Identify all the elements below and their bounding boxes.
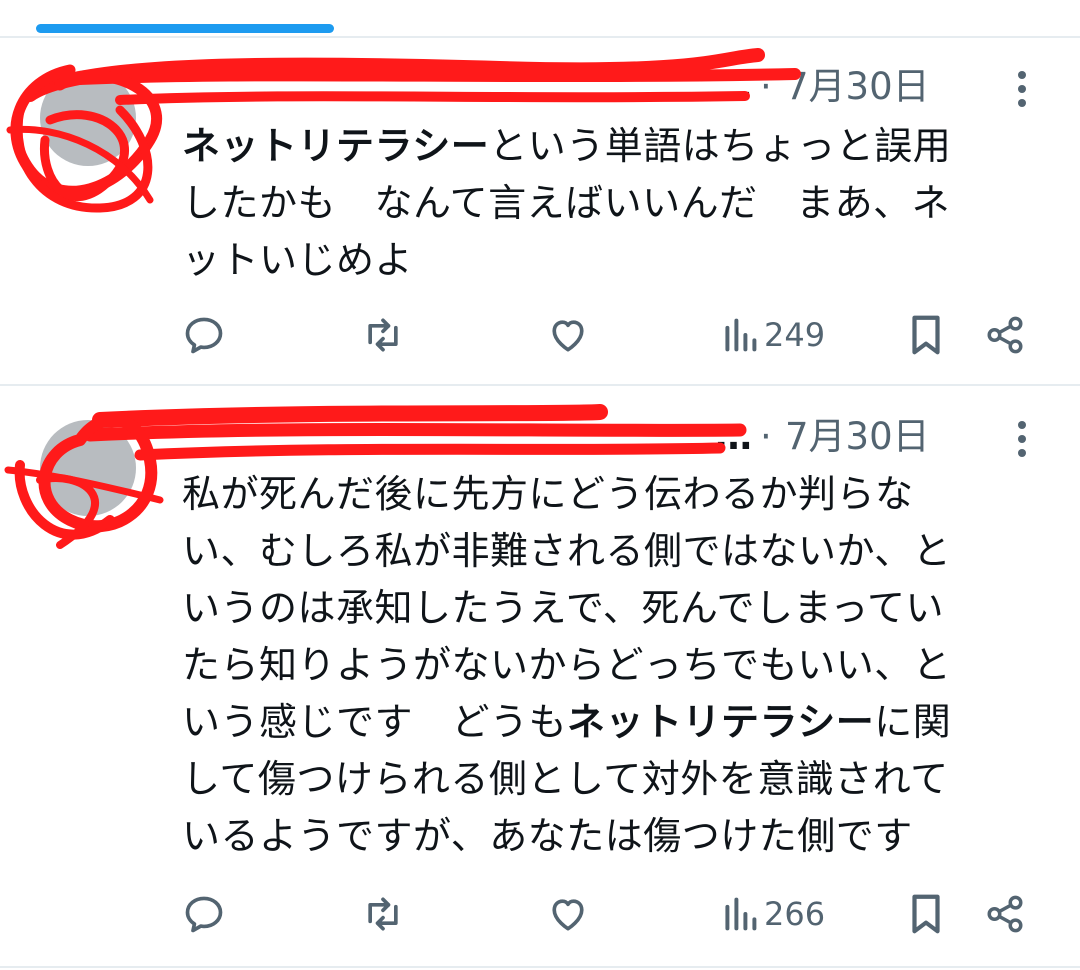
separator: · [760, 415, 772, 458]
divider [0, 384, 1080, 386]
views-button[interactable]: 266 [722, 889, 825, 939]
like-button[interactable] [546, 889, 590, 939]
text-run: いるようですが、あなたは傷つけた側です [182, 814, 913, 858]
share-icon [984, 892, 1026, 936]
like-button[interactable] [546, 310, 590, 360]
timestamp[interactable]: 7月30日 [785, 412, 930, 462]
bookmark-button[interactable] [906, 310, 946, 360]
reply-icon [182, 892, 226, 936]
text-run: という単語はちょっと誤用 [489, 124, 952, 168]
retweet-icon [360, 892, 406, 936]
more-icon[interactable] [1008, 414, 1036, 464]
retweet-button[interactable] [360, 889, 406, 939]
views-icon [722, 313, 758, 357]
tweet-text-line: 私が死んだ後に先方にどう伝わるか判らな [182, 466, 1052, 523]
reply-icon [182, 313, 226, 357]
timeline: … · 7月30日 ネットリテラシーという単語はちょっと誤用 したかも なんて言え… [0, 0, 1080, 970]
text-run: して傷つけられる側として対外を意識されて [182, 757, 949, 801]
tweet-actions: 249 [0, 310, 1080, 360]
text-run: い、むしろ私が非難される側ではないか、と [182, 529, 952, 573]
text-run: いうのは承知したうえで、死んでしまってい [182, 586, 945, 630]
avatar[interactable] [40, 70, 136, 166]
tweet-text-line: いう感じです どうもネットリテラシーに関 [182, 694, 1052, 751]
text-run: したかも なんて言えばいいんだ まあ、ネ [182, 181, 951, 225]
bookmark-icon [906, 891, 946, 937]
bookmark-button[interactable] [906, 889, 946, 939]
views-count: 249 [764, 316, 826, 354]
tweet-text-line: ネットリテラシーという単語はちょっと誤用 [182, 118, 1052, 175]
tweet-text-line: ットいじめよ [182, 232, 1052, 289]
tweet-text-line: たら知りようがないからどっちでもいい、と [182, 637, 1052, 694]
author-name[interactable]: … [715, 412, 752, 462]
tweet-text-line: い、むしろ私が非難される側ではないか、と [182, 523, 1052, 580]
tweet-text: ネットリテラシーという単語はちょっと誤用したかも なんて言えばいいんだ まあ、ネ… [182, 118, 1052, 289]
share-button[interactable] [984, 310, 1026, 360]
like-icon [546, 892, 590, 936]
separator: · [760, 65, 772, 108]
retweet-button[interactable] [360, 310, 406, 360]
tweet-text: 私が死んだ後に先方にどう伝わるか判らな い、むしろ私が非難される側ではないか、とい… [182, 466, 1052, 865]
like-icon [546, 313, 590, 357]
tweet-text-line: したかも なんて言えばいいんだ まあ、ネ [182, 175, 1052, 232]
author-name[interactable]: … [715, 62, 752, 112]
share-icon [984, 313, 1026, 357]
views-icon [722, 892, 758, 936]
more-icon[interactable] [1008, 64, 1036, 114]
avatar[interactable] [40, 420, 136, 516]
timestamp[interactable]: 7月30日 [785, 62, 930, 112]
tweet-text-line: いうのは承知したうえで、死んでしまってい [182, 580, 1052, 637]
bookmark-icon [906, 312, 946, 358]
text-run: 私が死んだ後に先方にどう伝わるか判らな [182, 472, 914, 516]
views-count: 266 [764, 895, 826, 933]
text-run: いう感じです どうも [182, 700, 568, 744]
text-run: ットいじめよ [182, 238, 414, 282]
tweet-actions: 266 [0, 889, 1080, 939]
bold-text-run: ネットリテラシー [567, 700, 875, 744]
views-button[interactable]: 249 [722, 310, 825, 360]
retweet-icon [360, 313, 406, 357]
share-button[interactable] [984, 889, 1026, 939]
reply-button[interactable] [182, 310, 226, 360]
tweet-text-line: して傷つけられる側として対外を意識されて [182, 751, 1052, 808]
tweet-text-line: いるようですが、あなたは傷つけた側です [182, 808, 1052, 865]
text-run: たら知りようがないからどっちでもいい、と [182, 643, 952, 687]
bold-text-run: ネットリテラシー [182, 124, 490, 168]
loading-progress-bar [36, 24, 334, 33]
tweet-header: … · 7月30日 [182, 412, 952, 462]
divider [0, 966, 1080, 968]
tweet-header: … · 7月30日 [182, 62, 952, 112]
text-run: に関 [874, 700, 952, 744]
divider [0, 36, 1080, 38]
reply-button[interactable] [182, 889, 226, 939]
